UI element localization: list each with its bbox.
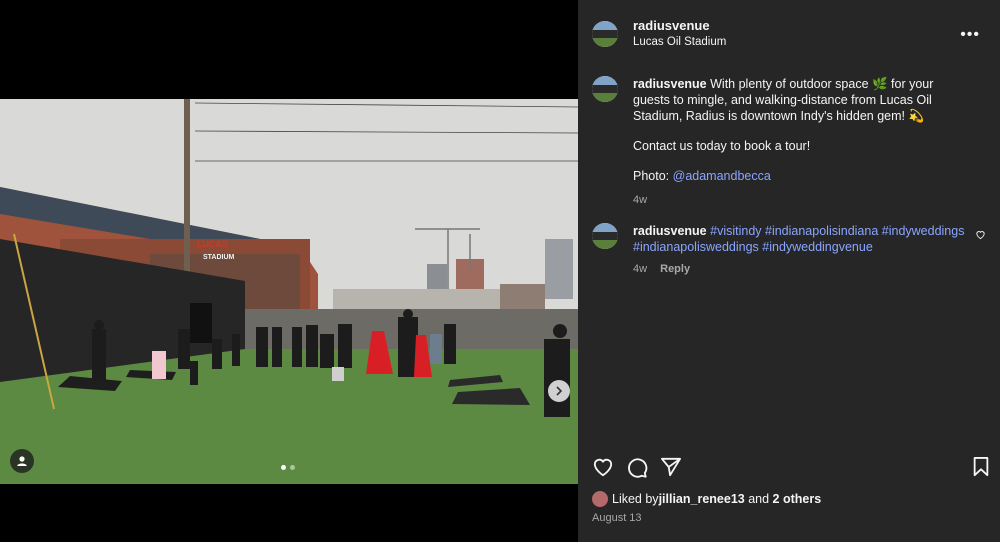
post-date[interactable]: August 13 xyxy=(592,512,642,524)
radius-logo-icon xyxy=(592,76,618,102)
photo-credit-label: Photo: xyxy=(633,169,673,183)
likes-middle: and xyxy=(744,492,773,506)
tagged-users-button[interactable] xyxy=(10,449,34,473)
more-options-icon[interactable]: ••• xyxy=(960,26,980,44)
photo-credit-link[interactable]: @adamandbecca xyxy=(673,169,771,183)
post-details-panel: radiusvenue Lucas Oil Stadium ••• radius… xyxy=(578,0,1000,542)
carousel-indicator xyxy=(281,465,295,470)
post-username[interactable]: radiusvenue xyxy=(633,18,726,34)
caption-time[interactable]: 4w xyxy=(633,192,973,208)
likes-summary: Liked by jillian_renee13 and 2 others xyxy=(592,491,821,507)
post-caption: radiusvenue With plenty of outdoor space… xyxy=(592,76,988,208)
liker-username[interactable]: jillian_renee13 xyxy=(659,492,745,506)
post-location[interactable]: Lucas Oil Stadium xyxy=(633,34,726,50)
avatar[interactable] xyxy=(592,21,618,47)
avatar[interactable] xyxy=(592,76,618,102)
user-icon xyxy=(17,456,27,466)
carousel-dot xyxy=(281,465,286,470)
comment-time[interactable]: 4w xyxy=(633,263,647,275)
caption-cta: Contact us today to book a tour! xyxy=(633,139,811,153)
comment-icon[interactable] xyxy=(626,457,648,479)
caption-username[interactable]: radiusvenue xyxy=(633,77,707,91)
chevron-right-icon xyxy=(556,386,563,396)
next-image-button[interactable] xyxy=(548,380,570,402)
svg-text:LUCAS: LUCAS xyxy=(197,239,228,249)
carousel-dot xyxy=(290,465,295,470)
share-icon[interactable] xyxy=(660,457,682,477)
media-viewer: LUCAS STADIUM xyxy=(0,0,578,542)
like-comment-heart-icon[interactable] xyxy=(975,229,986,240)
likes-others-link[interactable]: 2 others xyxy=(773,492,822,506)
bookmark-icon[interactable] xyxy=(972,457,990,477)
radius-logo-icon xyxy=(592,21,618,47)
comment-username[interactable]: radiusvenue xyxy=(633,224,707,238)
post-actions-bar xyxy=(592,457,990,479)
svg-text:STADIUM: STADIUM xyxy=(203,254,235,261)
liker-avatar[interactable] xyxy=(592,491,608,507)
radius-logo-icon xyxy=(592,223,618,249)
post-photo[interactable]: LUCAS STADIUM xyxy=(0,99,578,484)
post-header: radiusvenue Lucas Oil Stadium ••• xyxy=(592,16,988,52)
comment: radiusvenue #visitindy #indianapolisindi… xyxy=(592,223,988,277)
avatar[interactable] xyxy=(592,223,618,249)
likes-prefix: Liked by xyxy=(612,492,659,506)
reply-button[interactable]: Reply xyxy=(660,263,690,275)
heart-icon[interactable] xyxy=(592,457,614,477)
